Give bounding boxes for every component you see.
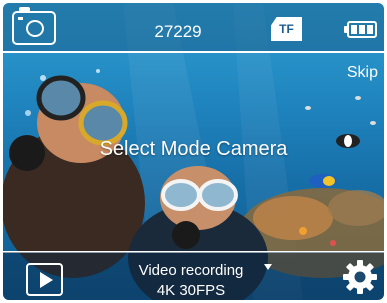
photo-camera-icon-lens: [26, 20, 44, 37]
mode-selector[interactable]: Video recording 4K 30FPS: [121, 260, 272, 300]
battery-bar: [359, 25, 365, 34]
camera-screen: 27229 TF Skip Select Mode Camera Video r…: [3, 3, 384, 300]
battery-full-icon: [344, 21, 377, 38]
mode-name: Video recording: [138, 262, 244, 279]
playback-button[interactable]: [26, 263, 63, 296]
skip-button[interactable]: Skip: [330, 62, 378, 84]
dropdown-caret-icon: [264, 264, 272, 270]
battery-bar: [351, 25, 357, 34]
tf-card-icon: TF: [271, 17, 302, 41]
gear-icon[interactable]: [342, 259, 378, 295]
battery-bar: [367, 25, 373, 34]
play-icon: [40, 272, 53, 288]
mode-prompt: Select Mode Camera: [99, 138, 288, 160]
photo-camera-icon[interactable]: [12, 7, 56, 45]
remaining-shots-count: 27229: [154, 22, 202, 41]
mode-resolution: 4K 30FPS: [156, 282, 226, 299]
status-bar-divider: [3, 51, 384, 53]
photo-camera-icon-flash: [18, 17, 23, 20]
photo-camera-icon-top: [19, 7, 30, 12]
